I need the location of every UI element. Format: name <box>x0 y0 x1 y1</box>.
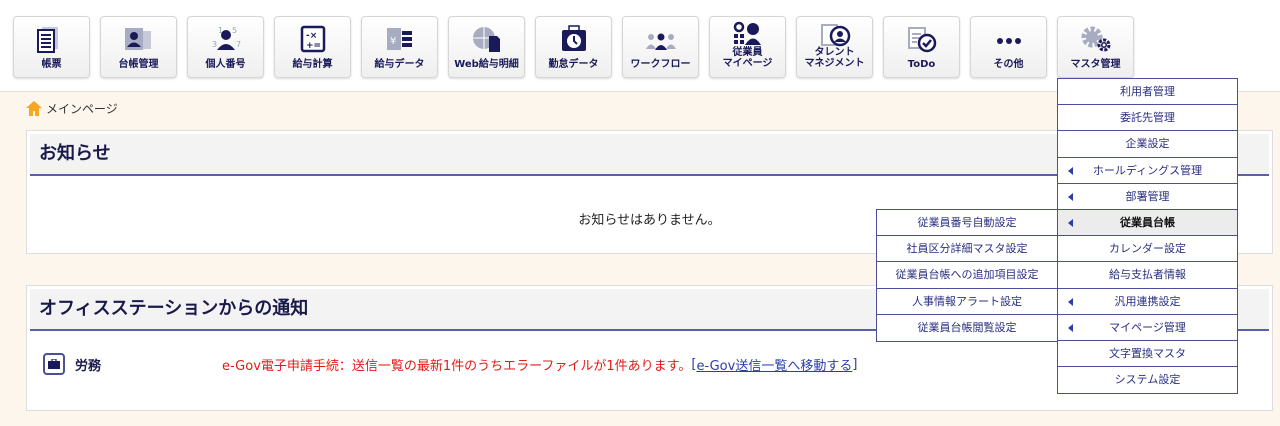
master-menu-item[interactable]: 文字置換マスタ <box>1058 341 1237 368</box>
calculator-icon: -× += <box>275 17 350 53</box>
svg-text:¥: ¥ <box>390 36 396 47</box>
nav-button-label: 給与計算 <box>292 59 333 70</box>
id-card-icon <box>101 17 176 53</box>
egov-send-list-link[interactable]: e-Gov送信一覧へ移動する <box>696 355 852 374</box>
nav-button-4[interactable]: ¥ 給与データ <box>361 16 438 78</box>
submenu-arrow-icon <box>1068 192 1073 201</box>
nav-button-label: 帳票 <box>41 59 62 70</box>
menu-item-label: マイページ管理 <box>1109 320 1186 334</box>
master-menu-item[interactable]: ホールディングス管理 <box>1058 158 1237 184</box>
nav-button-label: ToDo <box>907 59 936 70</box>
submenu-item[interactable]: 従業員台帳閲覧設定 <box>877 315 1057 341</box>
menu-item-label: 汎用連携設定 <box>1114 294 1181 308</box>
menu-item-label: 給与支払者情報 <box>1109 268 1186 282</box>
master-menu-item[interactable]: システム設定 <box>1058 367 1237 393</box>
submenu-item[interactable]: 従業員台帳への追加項目設定 <box>877 262 1057 289</box>
yen-envelope-icon: ¥ <box>362 17 437 53</box>
nav-button-8[interactable]: 従業員 マイページ <box>709 16 786 78</box>
menu-item-label: 文字置換マスタ <box>1109 346 1186 360</box>
submenu-arrow-icon <box>1068 297 1073 306</box>
nav-button-12[interactable]: マスタ管理 <box>1057 16 1134 78</box>
nav-button-label: 個人番号 <box>205 59 246 70</box>
nav-button-2[interactable]: 3 1 5 7 個人番号 <box>187 16 264 78</box>
nav-button-label: その他 <box>993 59 1024 70</box>
notification-message: e-Gov電子申請手続：送信一覧の最新1件のうちエラーファイルが1件あります。 <box>222 358 692 374</box>
submenu-item[interactable]: 社員区分詳細マスタ設定 <box>877 236 1057 263</box>
master-menu-item[interactable]: 給与支払者情報 <box>1058 262 1237 289</box>
svg-text:+=: += <box>306 41 321 51</box>
nav-button-11[interactable]: その他 <box>970 16 1047 78</box>
menu-item-label: 社員区分詳細マスタ設定 <box>906 242 1028 256</box>
menu-item-label: 人事情報アラート設定 <box>912 294 1022 308</box>
nav-button-label: タレント マネジメント <box>804 47 865 69</box>
menu-item-label: カレンダー設定 <box>1109 242 1186 256</box>
nav-button-3[interactable]: -× += 給与計算 <box>274 16 351 78</box>
nav-button-9[interactable]: タレント マネジメント <box>796 16 873 78</box>
nav-button-1[interactable]: 台帳管理 <box>100 16 177 78</box>
nav-button-7[interactable]: ワークフロー <box>622 16 699 78</box>
menu-item-label: 委託先管理 <box>1120 111 1175 125</box>
checklist-icon <box>884 17 959 53</box>
gears-icon <box>1058 17 1133 53</box>
master-menu-item[interactable]: 利用者管理 <box>1058 79 1237 106</box>
breadcrumb-label: メインページ <box>46 102 118 116</box>
nav-button-5[interactable]: Web給与明細 <box>448 16 525 78</box>
nav-button-label: 勤怠データ <box>548 59 599 70</box>
master-menu-item[interactable]: マイページ管理 <box>1058 315 1237 341</box>
nav-button-0[interactable]: 帳票 <box>13 16 90 78</box>
nav-button-label: ワークフロー <box>630 59 691 70</box>
nav-button-label: Web給与明細 <box>454 59 519 70</box>
link-bracket-close: ] <box>852 356 858 372</box>
menu-item-label: システム設定 <box>1114 373 1181 387</box>
home-icon <box>26 101 42 116</box>
nav-button-label: マスタ管理 <box>1070 59 1121 70</box>
globe-document-icon <box>449 17 524 53</box>
employee-gear-icon <box>710 17 785 47</box>
master-management-dropdown: 利用者管理委託先管理企業設定ホールディングス管理 部署管理従業員台帳カレンダー設定… <box>1057 78 1238 395</box>
notification-category: 労務 <box>75 358 102 374</box>
submenu-arrow-icon <box>1068 166 1073 175</box>
menu-item-label: 従業員台帳への追加項目設定 <box>895 268 1039 282</box>
clipboard-person-icon <box>797 17 872 47</box>
menu-item-label: ホールディングス管理 <box>1092 163 1203 177</box>
submenu-arrow-icon <box>1068 323 1073 332</box>
svg-text:5: 5 <box>232 26 237 35</box>
nav-button-label: 台帳管理 <box>118 59 159 70</box>
clock-icon <box>536 17 611 53</box>
svg-text:-×: -× <box>306 31 317 41</box>
svg-text:3: 3 <box>212 40 217 49</box>
menu-item-label: 部署管理 <box>1125 189 1170 203</box>
nav-button-label: 従業員 マイページ <box>722 47 773 69</box>
nav-button-label: 給与データ <box>374 59 425 70</box>
master-menu-item[interactable]: カレンダー設定 <box>1058 236 1237 263</box>
breadcrumb[interactable]: メインページ <box>26 100 118 117</box>
svg-text:7: 7 <box>236 40 241 49</box>
master-menu-item[interactable]: 従業員台帳 <box>1058 209 1237 237</box>
employee-ledger-submenu: 従業員番号自動設定 社員区分詳細マスタ設定 従業員台帳への追加項目設定 人事情報アラー… <box>876 209 1058 342</box>
document-list-icon <box>14 17 89 53</box>
master-menu-item[interactable]: 汎用連携設定 <box>1058 289 1237 315</box>
nav-button-6[interactable]: 勤怠データ <box>535 16 612 78</box>
nav-button-10[interactable]: ToDo <box>883 16 960 78</box>
menu-item-label: 従業員番号自動設定 <box>917 216 1017 229</box>
master-menu-item[interactable]: 委託先管理 <box>1058 105 1237 132</box>
submenu-arrow-icon <box>1068 218 1073 227</box>
briefcase-icon <box>43 353 65 375</box>
submenu-item[interactable]: 従業員番号自動設定 <box>877 210 1057 237</box>
menu-item-label: 従業員台帳 <box>1120 215 1175 229</box>
submenu-item[interactable]: 人事情報アラート設定 <box>877 289 1057 315</box>
person-number-icon: 3157 <box>188 17 263 53</box>
more-dots-icon <box>971 17 1046 53</box>
master-menu-item[interactable]: 企業設定 <box>1058 131 1237 158</box>
people-flow-icon <box>623 17 698 53</box>
menu-item-label: 従業員台帳閲覧設定 <box>917 320 1017 334</box>
menu-item-label: 利用者管理 <box>1120 85 1175 98</box>
menu-item-label: 企業設定 <box>1125 137 1170 151</box>
master-menu-item[interactable]: 部署管理 <box>1058 184 1237 210</box>
